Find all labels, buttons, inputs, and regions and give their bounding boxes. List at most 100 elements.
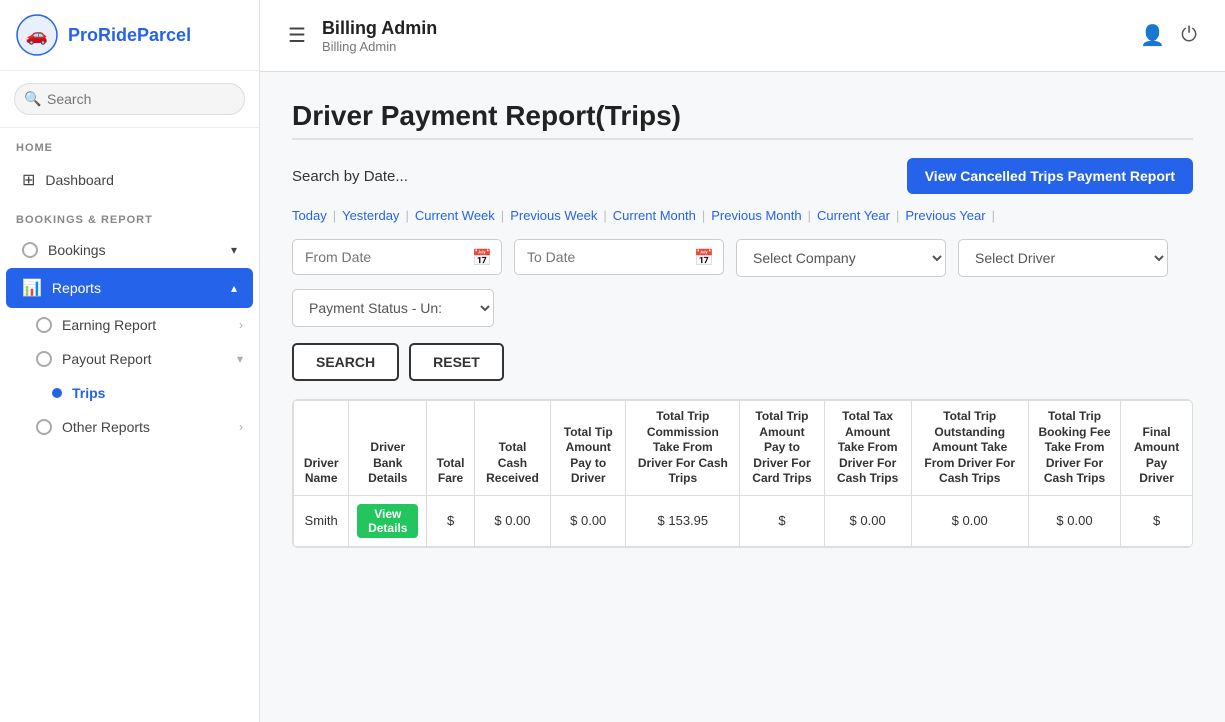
view-cancelled-button[interactable]: View Cancelled Trips Payment Report — [907, 158, 1193, 194]
search-input[interactable] — [14, 83, 245, 115]
col-final: Final Amount Pay Driver — [1121, 401, 1193, 496]
topbar-right: 👤 ⏻ — [1140, 23, 1197, 48]
shortcut-current-week[interactable]: Current Week — [415, 208, 495, 223]
chevron-up-icon: ▴ — [231, 281, 237, 295]
controls-row: 📅 📅 Select Company Select Driver — [292, 239, 1193, 277]
col-driver-name: Driver Name — [294, 401, 349, 496]
table-header-row: Driver Name Driver Bank Details Total Fa… — [294, 401, 1193, 496]
driver-select-wrap: Select Driver — [958, 239, 1168, 277]
col-total-tip: Total Tip Amount Pay to Driver — [551, 401, 626, 496]
topbar-subtitle: Billing Admin — [322, 39, 437, 54]
cell-outstanding: $ 0.00 — [911, 495, 1028, 546]
filter-header-row: Search by Date... View Cancelled Trips P… — [292, 158, 1193, 194]
user-icon[interactable]: 👤 — [1140, 23, 1165, 48]
main-area: ☰ Billing Admin Billing Admin 👤 ⏻ Driver… — [260, 0, 1225, 722]
page-title: Driver Payment Report(Trips) — [292, 100, 1193, 132]
main-content: Driver Payment Report(Trips) Search by D… — [260, 72, 1225, 722]
to-date-input[interactable] — [514, 239, 724, 275]
sidebar-sub-label: Trips — [72, 385, 105, 401]
sidebar-item-reports[interactable]: 📊 Reports ▴ — [6, 268, 253, 308]
from-date-wrap: 📅 — [292, 239, 502, 277]
chevron-right-icon: › — [239, 318, 243, 332]
earning-report-icon — [36, 317, 52, 333]
cell-total-fare: $ — [427, 495, 475, 546]
cell-final: $ — [1121, 495, 1193, 546]
table-row: Smith View Details $ $ 0.00 $ 0.00 $ 153… — [294, 495, 1193, 546]
section-home-label: HOME — [0, 128, 259, 160]
chevron-right-icon: › — [239, 420, 243, 434]
view-details-badge[interactable]: View Details — [357, 504, 418, 538]
sidebar-sub-label: Earning Report — [62, 317, 156, 333]
logo-icon: 🚗 — [16, 14, 58, 56]
payout-report-icon — [36, 351, 52, 367]
shortcut-previous-week[interactable]: Previous Week — [510, 208, 597, 223]
report-table: Driver Name Driver Bank Details Total Fa… — [293, 400, 1193, 547]
col-bank-details: Driver Bank Details — [349, 401, 427, 496]
payment-status-select[interactable]: Payment Status - Un: Payment Status - Pa… — [292, 289, 494, 327]
col-total-fare: Total Fare — [427, 401, 475, 496]
cell-commission: $ 153.95 — [626, 495, 740, 546]
date-shortcuts-row: Today | Yesterday | Current Week | Previ… — [292, 208, 1193, 223]
col-card-trips: Total Trip Amount Pay to Driver For Card… — [740, 401, 824, 496]
cell-card-trips: $ — [740, 495, 824, 546]
dashboard-icon: ⊞ — [22, 170, 35, 190]
company-select[interactable]: Select Company — [736, 239, 946, 277]
sidebar-item-earning-report[interactable]: Earning Report › — [0, 308, 259, 342]
sidebar-item-payout-report[interactable]: Payout Report ▾ — [0, 342, 259, 376]
cell-bank-details[interactable]: View Details — [349, 495, 427, 546]
menu-icon[interactable]: ☰ — [288, 23, 306, 48]
chevron-down-icon: ▾ — [231, 243, 237, 257]
driver-select[interactable]: Select Driver — [958, 239, 1168, 277]
col-booking-fee: Total Trip Booking Fee Take From Driver … — [1028, 401, 1120, 496]
sidebar-item-dashboard[interactable]: ⊞ Dashboard — [6, 160, 253, 200]
sidebar-item-label: Reports — [52, 280, 101, 296]
sidebar-sub-label: Payout Report — [62, 351, 152, 367]
logo-area: 🚗 ProRideParcel — [0, 0, 259, 71]
shortcut-yesterday[interactable]: Yesterday — [342, 208, 399, 223]
action-row: SEARCH RESET — [292, 343, 1193, 381]
topbar-left: ☰ Billing Admin Billing Admin — [288, 18, 437, 54]
company-select-wrap: Select Company — [736, 239, 946, 277]
title-divider — [292, 138, 1193, 140]
other-reports-icon — [36, 419, 52, 435]
cell-booking-fee: $ 0.00 — [1028, 495, 1120, 546]
col-total-cash: Total Cash Received — [474, 401, 550, 496]
search-area: 🔍 — [0, 71, 259, 128]
sidebar-item-bookings[interactable]: Bookings ▾ — [6, 232, 253, 268]
search-by-date-label: Search by Date... — [292, 168, 408, 185]
report-table-wrap: Driver Name Driver Bank Details Total Fa… — [292, 399, 1193, 548]
topbar: ☰ Billing Admin Billing Admin 👤 ⏻ — [260, 0, 1225, 72]
cell-tax: $ 0.00 — [824, 495, 911, 546]
search-icon: 🔍 — [24, 91, 41, 108]
from-date-input[interactable] — [292, 239, 502, 275]
bookings-icon — [22, 242, 38, 258]
section-bookings-label: BOOKINGS & REPORT — [0, 200, 259, 232]
trips-dot-icon — [52, 388, 62, 398]
shortcut-current-month[interactable]: Current Month — [613, 208, 696, 223]
shortcut-current-year[interactable]: Current Year — [817, 208, 890, 223]
col-commission: Total Trip Commission Take From Driver F… — [626, 401, 740, 496]
search-button[interactable]: SEARCH — [292, 343, 399, 381]
cell-driver-name: Smith — [294, 495, 349, 546]
sidebar-item-label: Dashboard — [45, 172, 114, 188]
shortcut-previous-year[interactable]: Previous Year — [905, 208, 985, 223]
to-date-wrap: 📅 — [514, 239, 724, 277]
payment-row: Payment Status - Un: Payment Status - Pa… — [292, 289, 1193, 327]
shortcut-today[interactable]: Today — [292, 208, 327, 223]
cell-total-tip: $ 0.00 — [551, 495, 626, 546]
sidebar-sub-label: Other Reports — [62, 419, 150, 435]
cell-total-cash: $ 0.00 — [474, 495, 550, 546]
topbar-title-area: Billing Admin Billing Admin — [322, 18, 437, 54]
col-outstanding: Total Trip Outstanding Amount Take From … — [911, 401, 1028, 496]
sidebar-item-trips[interactable]: Trips — [0, 376, 259, 410]
reset-button[interactable]: RESET — [409, 343, 504, 381]
power-icon[interactable]: ⏻ — [1181, 24, 1197, 47]
col-tax: Total Tax Amount Take From Driver For Ca… — [824, 401, 911, 496]
shortcut-previous-month[interactable]: Previous Month — [711, 208, 801, 223]
logo-text: ProRideParcel — [68, 25, 191, 46]
svg-text:🚗: 🚗 — [26, 25, 48, 45]
sidebar: 🚗 ProRideParcel 🔍 HOME ⊞ Dashboard BOOKI… — [0, 0, 260, 722]
sidebar-item-label: Bookings — [48, 242, 106, 258]
sidebar-item-other-reports[interactable]: Other Reports › — [0, 410, 259, 444]
reports-icon: 📊 — [22, 278, 42, 298]
